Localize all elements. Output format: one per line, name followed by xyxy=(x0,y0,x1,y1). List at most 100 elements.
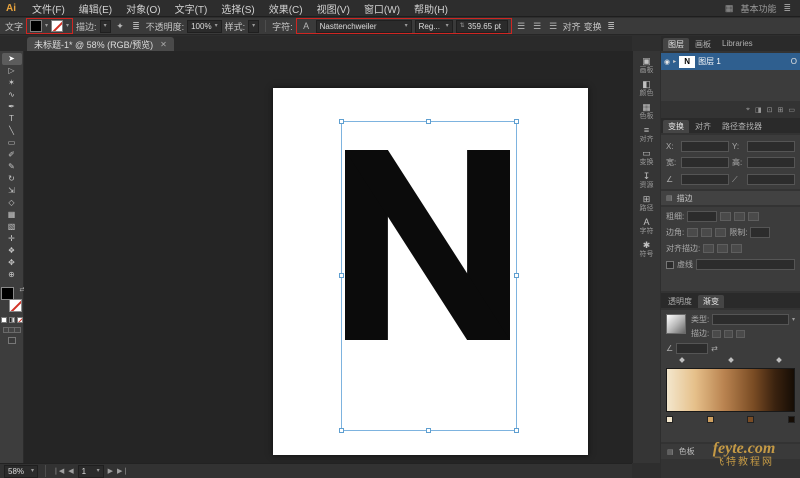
gradient-stroke-within-button[interactable] xyxy=(712,330,721,338)
menu-item[interactable]: 窗口(W) xyxy=(357,1,407,16)
gradient-stop[interactable] xyxy=(788,416,795,423)
eyedropper-tool[interactable]: ✛ xyxy=(2,233,22,245)
stroke-proxy-swatch[interactable] xyxy=(9,299,22,312)
workspace-grid-icon[interactable]: ▦ xyxy=(725,3,734,14)
y-field[interactable] xyxy=(747,141,795,152)
panel-menu-icon[interactable]: ≣ xyxy=(605,20,618,33)
align-panel-icon[interactable]: ≡ 对齐 xyxy=(634,124,660,145)
screen-mode-button[interactable] xyxy=(8,337,16,344)
corner-bevel-button[interactable] xyxy=(715,228,726,237)
align-center-icon[interactable]: ☰ xyxy=(531,20,544,33)
tab-layers[interactable]: 图层 xyxy=(663,38,689,51)
layer-row[interactable]: ◉ ▸ N 图层 1 O xyxy=(661,53,800,70)
pathfinder-panel-icon[interactable]: ⊞ 路径 xyxy=(634,193,660,214)
gradient-midpoint-handle[interactable] xyxy=(776,357,782,363)
cap-projecting-button[interactable] xyxy=(748,212,759,221)
height-field[interactable] xyxy=(747,157,795,168)
style-caret-icon[interactable]: ▾ xyxy=(252,23,255,29)
rectangle-tool[interactable]: ▭ xyxy=(2,137,22,149)
gradient-stop[interactable] xyxy=(747,416,754,423)
menu-item[interactable]: 文字(T) xyxy=(168,1,215,16)
tab-gradient[interactable]: 渐变 xyxy=(698,295,724,308)
menu-item[interactable]: 对象(O) xyxy=(119,1,167,16)
selection-handle[interactable] xyxy=(339,119,344,124)
pen-tool[interactable]: ✒ xyxy=(2,101,22,113)
hand-tool[interactable]: ✥ xyxy=(2,257,22,269)
layer-expand-icon[interactable]: ▸ xyxy=(673,58,676,65)
menu-item[interactable]: 文件(F) xyxy=(25,1,72,16)
character-panel-icon[interactable]: A 字符 xyxy=(634,216,660,237)
tab-pathfinder[interactable]: 路径查找器 xyxy=(717,120,767,133)
locate-object-icon[interactable]: ⌖ xyxy=(746,106,750,114)
align-stroke-inside-button[interactable] xyxy=(717,244,728,253)
export-panel-icon[interactable]: ↧ 资源 xyxy=(634,170,660,191)
gradient-angle-field[interactable] xyxy=(676,343,708,354)
color-button[interactable] xyxy=(1,317,7,323)
font-family-select[interactable]: Nasttenchweiler ▾ xyxy=(316,20,412,33)
width-tool[interactable]: ◇ xyxy=(2,197,22,209)
x-field[interactable] xyxy=(681,141,729,152)
gradient-stop[interactable] xyxy=(666,416,673,423)
blend-tool[interactable]: ❖ xyxy=(2,245,22,257)
shear-field[interactable] xyxy=(747,174,795,185)
scale-tool[interactable]: ⇲ xyxy=(2,185,22,197)
document-tab[interactable]: 未标题-1* @ 58% (RGB/预览) ✕ xyxy=(27,37,174,51)
cap-butt-button[interactable] xyxy=(720,212,731,221)
style-field[interactable]: ▾ xyxy=(248,20,259,33)
selection-handle[interactable] xyxy=(514,428,519,433)
zoom-select[interactable]: 58% ▾ xyxy=(4,465,38,478)
new-layer-icon[interactable]: ⊞ xyxy=(778,106,784,114)
selection-handle[interactable] xyxy=(339,428,344,433)
mesh-tool[interactable]: ▦ xyxy=(2,209,22,221)
dash-pattern-field[interactable] xyxy=(696,259,795,270)
stroke-panel-header[interactable]: ▤ 描边 xyxy=(661,191,800,205)
selection-handle[interactable] xyxy=(514,273,519,278)
brush-definition-icon[interactable]: ✦ xyxy=(114,20,127,33)
none-button[interactable] xyxy=(17,317,23,323)
direct-selection-tool[interactable]: ▷ xyxy=(2,65,22,77)
opacity-field[interactable]: 100% ▾ xyxy=(187,20,221,33)
selection-handle[interactable] xyxy=(514,119,519,124)
gradient-ramp[interactable] xyxy=(666,368,795,412)
type-tool[interactable]: T xyxy=(2,113,22,125)
tab-align[interactable]: 对齐 xyxy=(690,120,716,133)
stroke-weight-panel-field[interactable] xyxy=(687,211,717,222)
line-segment-tool[interactable]: ╲ xyxy=(2,125,22,137)
rotate-field[interactable] xyxy=(681,174,729,185)
menu-item[interactable]: 帮助(H) xyxy=(407,1,455,16)
symbols-panel-icon[interactable]: ✱ 符号 xyxy=(634,239,660,260)
gradient-preview-swatch[interactable] xyxy=(666,314,686,334)
fill-color-swatch[interactable] xyxy=(30,20,42,32)
font-family-caret-icon[interactable]: ▾ xyxy=(405,23,408,29)
artboard-nav-caret-icon[interactable]: ▾ xyxy=(97,468,100,474)
menu-item[interactable]: 选择(S) xyxy=(214,1,261,16)
layer-visibility-icon[interactable]: ◉ xyxy=(664,58,670,66)
gradient-stroke-along-button[interactable] xyxy=(724,330,733,338)
gradient-stroke-across-button[interactable] xyxy=(736,330,745,338)
gradient-tool[interactable]: ▧ xyxy=(2,221,22,233)
corner-miter-button[interactable] xyxy=(687,228,698,237)
stroke-weight-caret-icon[interactable]: ▾ xyxy=(104,23,107,29)
font-style-select[interactable]: Reg... ▾ xyxy=(415,20,453,33)
tab-transparency[interactable]: 透明度 xyxy=(663,295,697,308)
align-left-icon[interactable]: ☰ xyxy=(515,20,528,33)
tab-libraries[interactable]: Libraries xyxy=(717,38,758,51)
pencil-tool[interactable]: ✎ xyxy=(2,161,22,173)
cap-round-button[interactable] xyxy=(734,212,745,221)
variable-width-icon[interactable]: ≣ xyxy=(130,20,143,33)
tab-artboards[interactable]: 画板 xyxy=(690,38,716,51)
menu-icon[interactable]: ≣ xyxy=(783,3,791,14)
transform-button[interactable]: 变换 xyxy=(584,20,602,33)
first-artboard-icon[interactable]: ❘◀ xyxy=(53,467,64,475)
gradient-type-caret-icon[interactable]: ▾ xyxy=(792,317,795,323)
delete-layer-icon[interactable]: ▭ xyxy=(788,106,795,114)
align-right-icon[interactable]: ☰ xyxy=(547,20,560,33)
transform-panel-icon[interactable]: ▭ 变换 xyxy=(634,147,660,168)
zoom-caret-icon[interactable]: ▾ xyxy=(31,468,34,474)
gradient-midpoint-handle[interactable] xyxy=(679,357,685,363)
drawing-mode-buttons[interactable] xyxy=(3,327,21,333)
layer-target-icon[interactable]: O xyxy=(791,57,797,66)
next-artboard-icon[interactable]: ▶ xyxy=(108,467,113,475)
font-size-stepper[interactable]: ⇅ 359.65 pt xyxy=(456,20,508,33)
reverse-gradient-icon[interactable]: ⇄ xyxy=(711,344,718,353)
